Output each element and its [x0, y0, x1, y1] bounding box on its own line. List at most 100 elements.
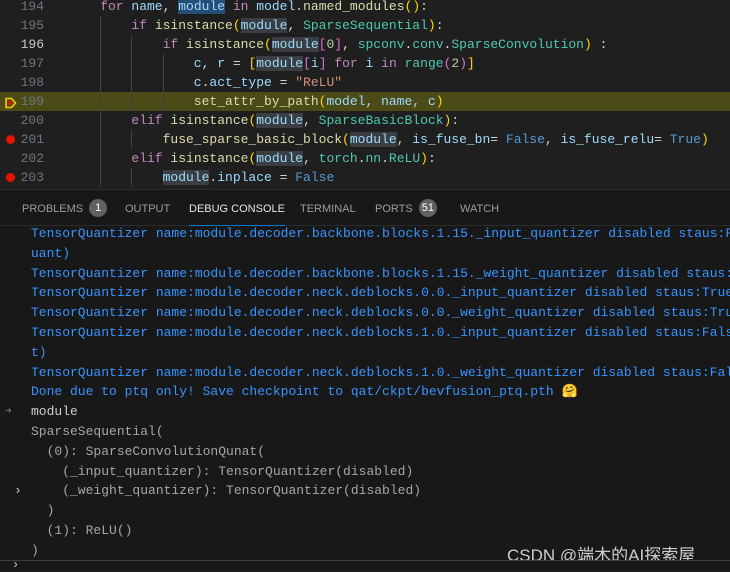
code-token: nn — [365, 151, 382, 166]
console-line: t) — [31, 344, 47, 360]
count-badge: 1 — [89, 199, 108, 218]
indent-guide — [131, 130, 133, 149]
code-token: if — [131, 18, 147, 33]
code-token: True — [669, 132, 701, 147]
code-token: module — [256, 113, 304, 128]
code-token: module — [349, 132, 397, 147]
code-token: , — [287, 18, 304, 33]
console-line: ) — [31, 503, 55, 519]
code-line[interactable]: 202 elif isinstance(module, torch.nn.ReLU… — [0, 149, 730, 168]
code-token: = — [271, 170, 296, 185]
code-token: ReLU — [388, 151, 421, 166]
debug-console-input[interactable]: › — [0, 558, 730, 572]
tab-output[interactable]: OUTPUT — [125, 190, 170, 226]
code-token: , — [365, 94, 382, 109]
code-token: SparseSequential — [303, 18, 428, 33]
code-token: ) — [583, 37, 592, 52]
code-token: , — [162, 0, 179, 14]
code-token: = — [654, 132, 670, 147]
code-text: fuse_sparse_basic_block(module, is_fuse_… — [163, 130, 709, 149]
code-editor[interactable]: 194 for name, module in model.named_modul… — [0, 0, 730, 190]
panel-tabs: PROBLEMS 1 OUTPUT DEBUG CONSOLE TERMINAL PORT… — [0, 190, 730, 226]
code-token: model — [326, 94, 366, 109]
code-token: = — [271, 75, 296, 90]
console-line: (1): ReLU() — [31, 523, 133, 538]
code-token: , — [303, 151, 319, 166]
tab-label: PORTS — [375, 203, 413, 215]
code-line[interactable]: 203 module.inplace = False — [0, 168, 730, 187]
code-line[interactable]: 195 if isinstance(module, SparseSequentia… — [0, 16, 730, 35]
code-text: if isinstance(module[0], spconv.conv.Spa… — [163, 35, 608, 54]
tab-problems[interactable]: PROBLEMS 1 — [22, 190, 108, 226]
code-line[interactable]: 197 c, r = [module[i] for i in range(2)] — [0, 54, 730, 73]
indent-guide — [131, 168, 133, 187]
code-token: "ReLU" — [295, 75, 343, 90]
tab-terminal[interactable]: TERMINAL — [300, 190, 356, 226]
code-token: module — [256, 56, 304, 71]
indent-guide — [100, 54, 102, 73]
code-text: set_attr_by_path(model, name, c) — [194, 92, 444, 111]
tab-label: TERMINAL — [300, 203, 356, 215]
code-token: module — [271, 37, 319, 52]
code-token: act_type — [209, 75, 272, 90]
code-token: False — [505, 132, 545, 147]
code-token: ( — [232, 18, 241, 33]
indent-guide — [162, 54, 164, 73]
code-line[interactable]: 196 if isinstance(module[0], spconv.conv.… — [0, 35, 730, 54]
code-line[interactable]: 201 fuse_sparse_basic_block(module, is_fu… — [0, 130, 730, 149]
code-line[interactable]: 198 c.act_type = "ReLU" — [0, 73, 730, 92]
indent-guide — [131, 54, 133, 73]
code-token: : — [451, 113, 460, 128]
code-token: SparseBasicBlock — [318, 113, 444, 128]
console-line: (_weight_quantizer): TensorQuantizer(dis… — [31, 483, 422, 499]
console-line: TensorQuantizer name:module.decoder.back… — [31, 265, 730, 281]
code-token: c — [193, 75, 202, 90]
code-line[interactable]: 200 elif isinstance(module, SparseBasicBl… — [0, 111, 730, 130]
code-text: c, r = [module[i] for i in range(2)] — [194, 54, 475, 73]
line-number: 197 — [20, 56, 44, 71]
code-token: ) — [435, 94, 444, 109]
console-line: ) — [31, 542, 39, 558]
console-line: TensorQuantizer name:module.decoder.neck… — [31, 364, 730, 380]
indent-guide — [100, 73, 102, 92]
breakpoint-icon[interactable] — [6, 135, 15, 144]
console-line: (0): SparseConvolutionQunat( — [31, 443, 266, 459]
line-number: 202 — [20, 151, 44, 166]
code-token: model — [256, 0, 296, 14]
expand-chevron-icon[interactable]: › — [14, 481, 22, 501]
tab-watch[interactable]: WATCH — [460, 190, 499, 226]
current-execution-arrow-icon — [5, 96, 17, 109]
indent-guide — [162, 92, 164, 111]
indent-guide — [100, 92, 102, 111]
count-badge: 51 — [418, 199, 437, 218]
code-token: r — [217, 56, 226, 71]
code-token: isinstance — [154, 18, 233, 33]
breakpoint-icon[interactable] — [6, 173, 15, 182]
code-token: . — [295, 0, 304, 14]
code-token: , — [201, 56, 218, 71]
code-token: : — [591, 37, 608, 52]
tab-ports[interactable]: PORTS 51 — [375, 190, 437, 226]
code-token: elif — [131, 151, 163, 166]
code-token: ) — [700, 132, 709, 147]
code-token: isinstance — [170, 151, 249, 166]
tab-label: PROBLEMS — [22, 203, 84, 215]
code-token: ( — [342, 132, 350, 147]
prompt-chevron-icon: › — [12, 558, 20, 572]
code-line[interactable]: 194 for name, module in model.named_modul… — [0, 0, 730, 16]
code-token: : — [420, 0, 428, 14]
code-token: , — [412, 94, 428, 109]
code-token: . — [357, 151, 366, 166]
code-text: for name, module in model.named_modules(… — [100, 0, 428, 16]
console-line: TensorQuantizer name:module.decoder.neck… — [31, 325, 730, 340]
code-token: c — [193, 56, 202, 71]
code-token: = — [490, 132, 506, 147]
code-token: is_fuse_bn — [412, 132, 491, 147]
tab-debug-console[interactable]: DEBUG CONSOLE — [189, 190, 285, 226]
indent-guide — [131, 35, 133, 54]
code-line[interactable]: 199 set_attr_by_path(model, name, c) — [0, 92, 730, 111]
